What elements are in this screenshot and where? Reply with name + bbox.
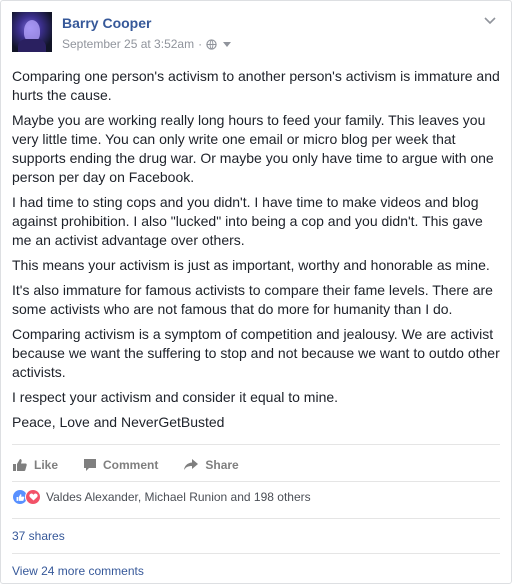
divider — [12, 444, 500, 445]
post-paragraph: I respect your activism and consider it … — [12, 389, 339, 405]
comment-label: Comment — [103, 458, 159, 472]
action-bar: Like Comment Share — [12, 453, 264, 477]
love-reaction-icon — [25, 489, 41, 505]
post-paragraph: Maybe you are working really long hours … — [12, 112, 494, 185]
share-label: Share — [205, 458, 239, 472]
avatar[interactable] — [12, 12, 52, 52]
like-button[interactable]: Like — [12, 458, 58, 472]
post-timestamp[interactable]: September 25 at 3:52am — [62, 37, 194, 51]
post-paragraph: Peace, Love and NeverGetBusted — [12, 414, 225, 430]
divider — [12, 481, 500, 482]
view-more-comments-link[interactable]: View 24 more comments — [12, 564, 144, 578]
comment-icon — [84, 459, 97, 471]
post-header: Barry Cooper September 25 at 3:52am · — [12, 12, 500, 56]
post-paragraph: Comparing one person's activism to anoth… — [12, 68, 500, 103]
post-paragraph: I had time to sting cops and you didn't.… — [12, 194, 483, 248]
shares-link[interactable]: 37 shares — [12, 529, 65, 543]
share-button[interactable]: Share — [183, 458, 239, 472]
comment-button[interactable]: Comment — [83, 458, 158, 472]
chevron-down-icon[interactable] — [483, 16, 497, 26]
meta-separator: · — [198, 37, 203, 51]
divider — [12, 518, 500, 519]
reactions-summary[interactable]: Valdes Alexander, Michael Runion and 198… — [12, 489, 311, 505]
like-label: Like — [34, 458, 59, 472]
globe-icon — [206, 38, 217, 50]
post-card: Barry Cooper September 25 at 3:52am · Co… — [0, 0, 512, 584]
post-body: Comparing one person's activism to anoth… — [12, 67, 502, 438]
audience-dropdown-icon[interactable] — [223, 41, 232, 47]
author-name[interactable]: Barry Cooper — [62, 15, 151, 31]
reaction-icons — [12, 489, 41, 505]
post-paragraph: Comparing activism is a symptom of compe… — [12, 326, 500, 380]
post-paragraph: This means your activism is just as impo… — [12, 257, 490, 273]
divider — [12, 553, 500, 554]
share-icon — [184, 459, 199, 470]
reaction-names[interactable]: Valdes Alexander, Michael Runion and 198… — [46, 490, 311, 504]
post-meta: September 25 at 3:52am · — [62, 37, 232, 51]
post-paragraph: It's also immature for famous activists … — [12, 282, 493, 317]
thumbs-up-icon — [13, 459, 27, 471]
